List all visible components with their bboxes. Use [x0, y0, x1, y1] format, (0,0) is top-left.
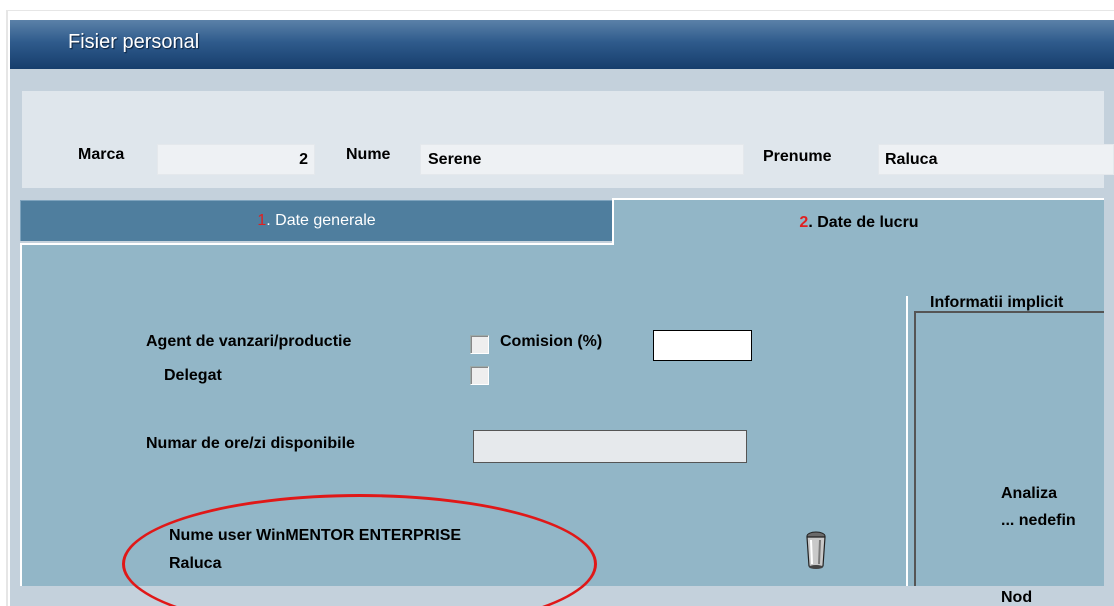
right-frame-separator [906, 296, 908, 586]
outer-top-border [6, 10, 1114, 11]
outer-left-border [6, 10, 8, 606]
ore-input[interactable] [473, 430, 747, 463]
marca-field[interactable]: 2 [157, 144, 315, 175]
analiza-label: Analiza [1001, 485, 1058, 502]
tab-date-de-lucru-number: 2 [799, 213, 809, 231]
screen: Fisier personal Marca 2 Nume Serene Pren… [0, 0, 1114, 606]
trash-icon[interactable] [802, 530, 830, 572]
marca-label: Marca [78, 146, 125, 163]
nume-field[interactable]: Serene [420, 144, 744, 175]
tab-date-generale-label: . Date generale [266, 212, 376, 229]
info-title: Informatii implicit [930, 294, 1064, 311]
tab-content-left-edge [20, 243, 22, 586]
delegat-checkbox[interactable] [470, 366, 489, 385]
delegat-label: Delegat [164, 367, 222, 384]
nod-label: Nod [1001, 589, 1033, 606]
tab-content-top-edge [20, 243, 614, 245]
comision-input[interactable] [653, 330, 752, 361]
title-bar: Fisier personal [10, 20, 1114, 69]
comision-label: Comision (%) [500, 333, 603, 350]
analiza-value: ... nedefin [1001, 512, 1076, 529]
tab-date-de-lucru-label: . Date de lucru [808, 213, 919, 231]
window-title: Fisier personal [68, 31, 200, 53]
prenume-label: Prenume [763, 148, 832, 165]
info-frame [914, 311, 1104, 586]
agent-label: Agent de vanzari/productie [146, 333, 352, 350]
tab-date-generale-number: 1 [257, 212, 267, 229]
tab-date-de-lucru[interactable]: 2. Date de lucru [612, 198, 1104, 245]
agent-checkbox[interactable] [470, 335, 489, 354]
nume-label: Nume [346, 146, 391, 163]
prenume-field[interactable]: Raluca [878, 144, 1114, 175]
ore-label: Numar de ore/zi disponibile [146, 435, 355, 452]
tab-date-generale[interactable]: 1. Date generale [20, 200, 612, 241]
